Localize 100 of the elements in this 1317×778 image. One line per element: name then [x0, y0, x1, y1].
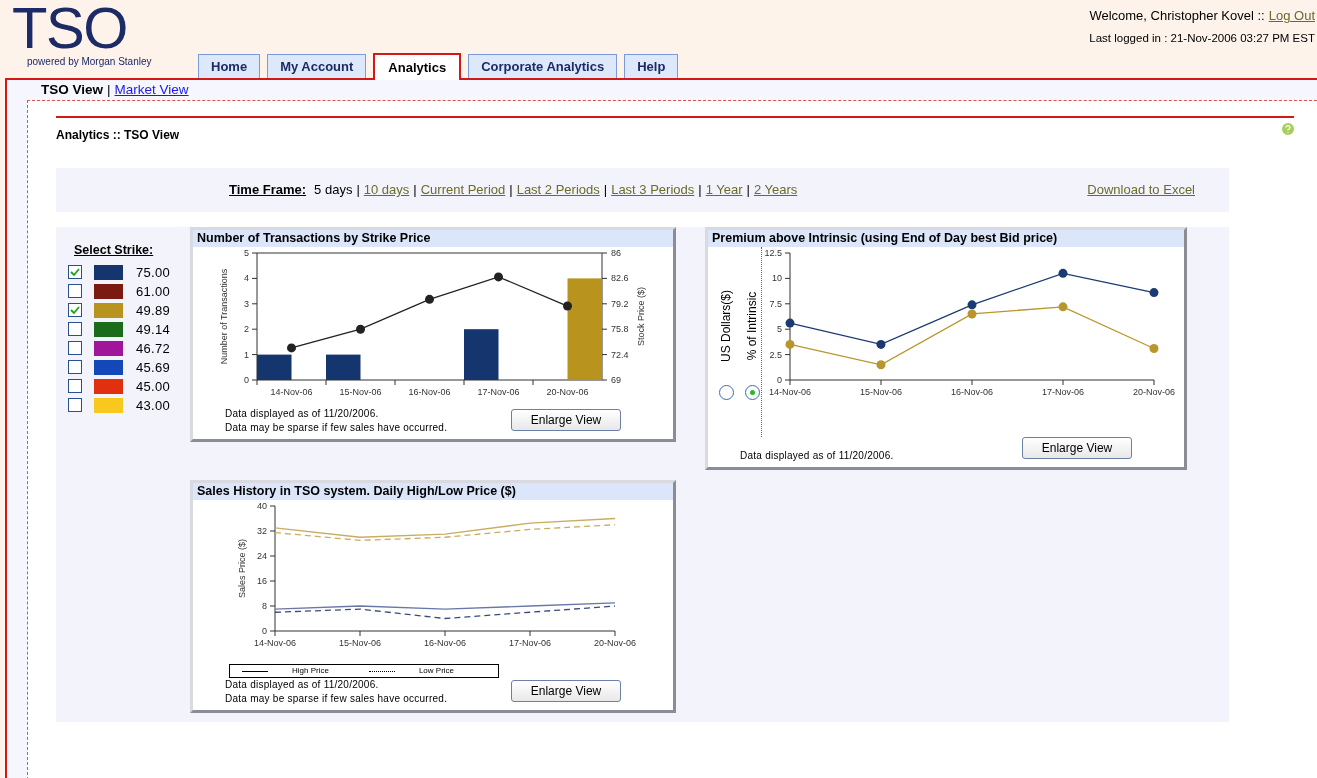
point	[967, 309, 977, 319]
strike-value: 61.00	[136, 282, 171, 301]
time-frame-option[interactable]: 5 days	[314, 180, 353, 200]
legend-label: High Price	[292, 665, 329, 677]
strike-value: 45.69	[136, 358, 171, 377]
view-link[interactable]: TSO View	[41, 79, 104, 101]
point	[1149, 344, 1159, 353]
footnote: Data may be sparse if few sales have occurred.	[225, 421, 448, 435]
point	[287, 343, 296, 353]
enlarge-view-button[interactable]: Enlarge View	[511, 680, 621, 702]
point	[494, 272, 503, 282]
logo: TSO	[12, 0, 127, 56]
point	[876, 339, 886, 349]
tick-label: 15-Nov-06	[339, 638, 381, 648]
tick-label: 2.5	[769, 349, 782, 360]
strike-checkbox[interactable]	[68, 265, 82, 280]
unit-radio[interactable]	[718, 385, 734, 400]
strike-value: 49.14	[136, 320, 171, 339]
tick-label: 79.2	[611, 298, 629, 309]
time-frame-option[interactable]: 2 Years	[753, 180, 798, 200]
time-frame-option[interactable]: 10 days	[363, 180, 410, 200]
strike-checkbox[interactable]	[68, 322, 82, 337]
tick-label: 4	[244, 273, 249, 284]
download-link[interactable]: Download to Excel	[1087, 180, 1195, 200]
tick-label: 15-Nov-06	[339, 387, 382, 397]
tick-label: 17-Nov-06	[1042, 387, 1084, 397]
tick-label: 72.4	[611, 349, 629, 360]
panel-title: Premium above Intrinsic (using End of Day best Bid price)	[708, 230, 1184, 247]
tick-label: 5	[244, 248, 249, 258]
point	[1149, 288, 1159, 298]
strike-value: 75.00	[136, 263, 171, 282]
last-login-text: Last logged in : 21-Nov-2006 03:27 PM EST	[1089, 30, 1315, 46]
tick-label: 82.6	[611, 273, 629, 284]
tick-label: 69	[611, 375, 621, 385]
tick-label: 0	[262, 626, 267, 636]
nav-tab[interactable]: My Account	[267, 54, 367, 78]
strike-checkbox[interactable]	[68, 341, 82, 356]
logout-link[interactable]: Log Out	[1268, 6, 1315, 26]
tick-label: 40	[257, 501, 267, 511]
strike-value: 45.00	[136, 377, 171, 396]
strike-checkbox[interactable]	[68, 303, 82, 318]
tick-label: 3	[244, 298, 249, 309]
tick-label: 24	[257, 551, 267, 561]
point	[425, 294, 434, 304]
separator: |	[107, 80, 111, 99]
strike-checkbox[interactable]	[68, 379, 82, 394]
tick-label: 17-Nov-06	[477, 387, 520, 397]
tick-label: 16-Nov-06	[951, 387, 993, 397]
time-frame-label: Time Frame:	[229, 181, 307, 200]
tick-label: 86	[611, 248, 621, 258]
strike-checkbox[interactable]	[68, 398, 82, 413]
strike-value: 46.72	[136, 339, 171, 358]
axis-label: Number of Transactions	[219, 268, 229, 365]
bar	[326, 354, 361, 380]
footnote: Data displayed as of 11/20/2006.	[225, 678, 380, 692]
panel-title: Number of Transactions by Strike Price	[193, 230, 673, 247]
point	[876, 360, 886, 370]
view-link[interactable]: Market View	[114, 79, 189, 101]
tick-label: 20-Nov-06	[594, 638, 636, 648]
tick-label: 16-Nov-06	[424, 638, 466, 648]
separator: |	[509, 181, 513, 200]
strike-value: 49.89	[136, 301, 171, 320]
strike-title: Select Strike:	[74, 242, 155, 259]
tick-label: 15-Nov-06	[860, 387, 902, 397]
strike-checkbox[interactable]	[68, 284, 82, 299]
time-frame-option[interactable]: 1 Year	[705, 180, 743, 200]
tick-label: 75.8	[611, 324, 629, 335]
unit-label: % of Intrinsic	[744, 291, 760, 361]
unit-radio[interactable]	[744, 385, 760, 400]
nav-tab[interactable]: Home	[198, 54, 261, 78]
time-frame-option[interactable]: Last 2 Periods	[516, 180, 600, 200]
tick-label: 14-Nov-06	[769, 387, 811, 397]
enlarge-view-button[interactable]: Enlarge View	[511, 409, 621, 431]
tick-label: 0	[777, 375, 782, 385]
separator: |	[698, 181, 702, 200]
strike-checkbox[interactable]	[68, 360, 82, 375]
nav-tab[interactable]: Help	[624, 54, 679, 78]
point	[785, 318, 795, 328]
enlarge-view-button[interactable]: Enlarge View	[1022, 437, 1132, 459]
tick-label: 7.5	[769, 298, 782, 309]
point	[563, 301, 572, 311]
separator: |	[356, 181, 360, 200]
legend-label: Low Price	[418, 665, 455, 677]
separator: |	[603, 181, 608, 200]
tick-label: 20-Nov-06	[546, 387, 589, 397]
time-frame-option[interactable]: Last 3 Periods	[611, 180, 695, 200]
point	[1058, 268, 1068, 278]
tick-label: 16	[257, 576, 267, 586]
tick-label: 0	[244, 375, 249, 385]
bar	[257, 354, 292, 380]
time-frame-option[interactable]: Current Period	[420, 180, 506, 200]
nav-tab[interactable]: Analytics	[373, 53, 462, 80]
bar	[464, 329, 499, 380]
tick-label: 16-Nov-06	[408, 387, 451, 397]
footnote: Data displayed as of 11/20/2006.	[740, 449, 894, 463]
logo-tagline: powered by Morgan Stanley	[26, 56, 153, 68]
nav-tab[interactable]: Corporate Analytics	[468, 54, 618, 78]
unit-label: US Dollars($)	[718, 290, 734, 362]
tick-label: 2	[244, 324, 249, 335]
tick-label: 10	[772, 273, 782, 284]
